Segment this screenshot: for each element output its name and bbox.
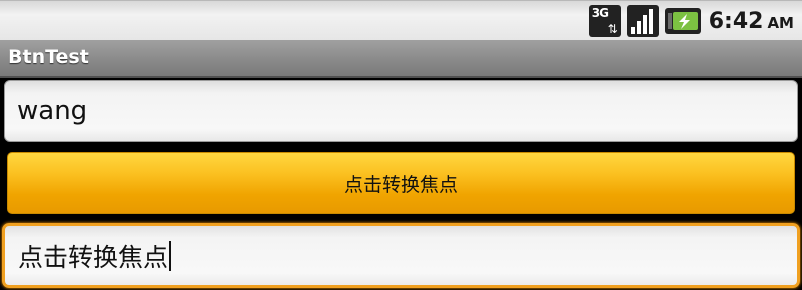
status-icons: 3G ⇅ 6:42 AM: [588, 5, 794, 37]
signal-strength-icon: [626, 5, 659, 37]
screen: 3G ⇅ 6:42 AM BtnTest wang 点击转换焦点 点击转换焦点: [0, 0, 802, 290]
switch-focus-button[interactable]: 点击转换焦点: [7, 152, 795, 214]
data-arrows-icon: ⇅: [607, 22, 618, 36]
network-label: 3G: [591, 6, 609, 20]
3g-data-icon: 3G ⇅: [588, 5, 621, 37]
battery-charging-icon: [664, 8, 701, 34]
clock-ampm: AM: [767, 13, 794, 32]
status-clock: 6:42 AM: [709, 9, 794, 34]
clock-time: 6:42: [708, 8, 764, 34]
app-title: BtnTest: [8, 46, 89, 68]
title-bar: BtnTest: [0, 40, 802, 78]
name-edit-text-value: wang: [17, 96, 88, 126]
name-edit-text[interactable]: wang: [4, 80, 798, 142]
focused-edit-text[interactable]: 点击转换焦点: [2, 223, 800, 288]
status-bar: 3G ⇅ 6:42 AM: [0, 0, 802, 40]
focused-edit-text-value: 点击转换焦点: [18, 242, 169, 272]
text-cursor: [169, 240, 172, 271]
switch-focus-button-label: 点击转换焦点: [343, 173, 458, 196]
